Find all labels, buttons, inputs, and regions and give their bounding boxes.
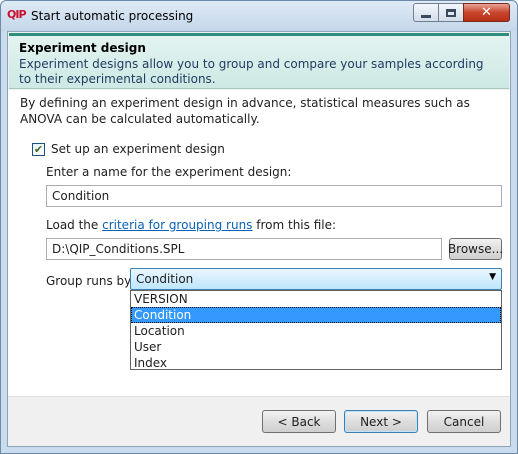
- design-name-input[interactable]: Condition: [46, 185, 502, 207]
- dropdown-option[interactable]: Condition: [131, 307, 501, 323]
- setup-design-label[interactable]: Set up an experiment design: [51, 142, 225, 156]
- browse-button[interactable]: Browse...: [448, 238, 503, 260]
- close-icon: ✕: [481, 5, 492, 20]
- setup-design-checkbox[interactable]: ✔: [32, 142, 45, 156]
- criteria-link[interactable]: criteria for grouping runs: [102, 218, 252, 232]
- load-label-prefix: Load the: [46, 218, 103, 232]
- file-path-input[interactable]: D:\QIP_Conditions.SPL: [46, 238, 442, 260]
- group-runs-selected-value: Condition: [136, 272, 194, 286]
- app-logo: QIP: [7, 8, 27, 21]
- wizard-footer: < Back Next > Cancel: [8, 396, 510, 446]
- wizard-client-area: Experiment design Experiment designs all…: [7, 31, 511, 447]
- setup-design-checkbox-row[interactable]: ✔ Set up an experiment design: [32, 142, 225, 156]
- intro-text: By defining an experiment design in adva…: [20, 96, 470, 126]
- group-runs-dropdown-list: VERSION Condition Location User Index: [130, 290, 502, 370]
- window-title: Start automatic processing: [31, 9, 194, 23]
- next-button[interactable]: Next >: [344, 410, 418, 433]
- group-runs-combobox[interactable]: Condition ▼: [130, 268, 502, 290]
- dropdown-arrow-icon[interactable]: ▼: [489, 272, 496, 282]
- maximize-icon: [446, 8, 456, 17]
- minimize-icon: [421, 14, 431, 18]
- group-runs-label: Group runs by:: [46, 274, 135, 288]
- wizard-content: By defining an experiment design in adva…: [8, 90, 510, 396]
- dropdown-option[interactable]: User: [131, 339, 501, 355]
- dialog-window: QIP Start automatic processing ✕ Experim…: [0, 0, 518, 454]
- load-criteria-label: Load the criteria for grouping runs from…: [46, 218, 336, 232]
- checkmark-icon: ✔: [33, 142, 44, 156]
- close-button[interactable]: ✕: [463, 3, 510, 22]
- maximize-button[interactable]: [438, 3, 464, 22]
- design-name-label: Enter a name for the experiment design:: [46, 165, 292, 179]
- dropdown-option[interactable]: Index: [131, 355, 501, 371]
- dropdown-option[interactable]: Location: [131, 323, 501, 339]
- dropdown-option[interactable]: VERSION: [131, 291, 501, 307]
- back-button[interactable]: < Back: [262, 410, 336, 433]
- minimize-button[interactable]: [413, 3, 439, 22]
- page-description: Experiment designs allow you to group an…: [19, 57, 484, 86]
- cancel-button[interactable]: Cancel: [427, 410, 501, 433]
- load-label-suffix: from this file:: [252, 218, 337, 232]
- page-title: Experiment design: [19, 41, 146, 55]
- wizard-header: Experiment design Experiment designs all…: [9, 33, 509, 89]
- title-bar[interactable]: QIP Start automatic processing ✕: [1, 1, 517, 31]
